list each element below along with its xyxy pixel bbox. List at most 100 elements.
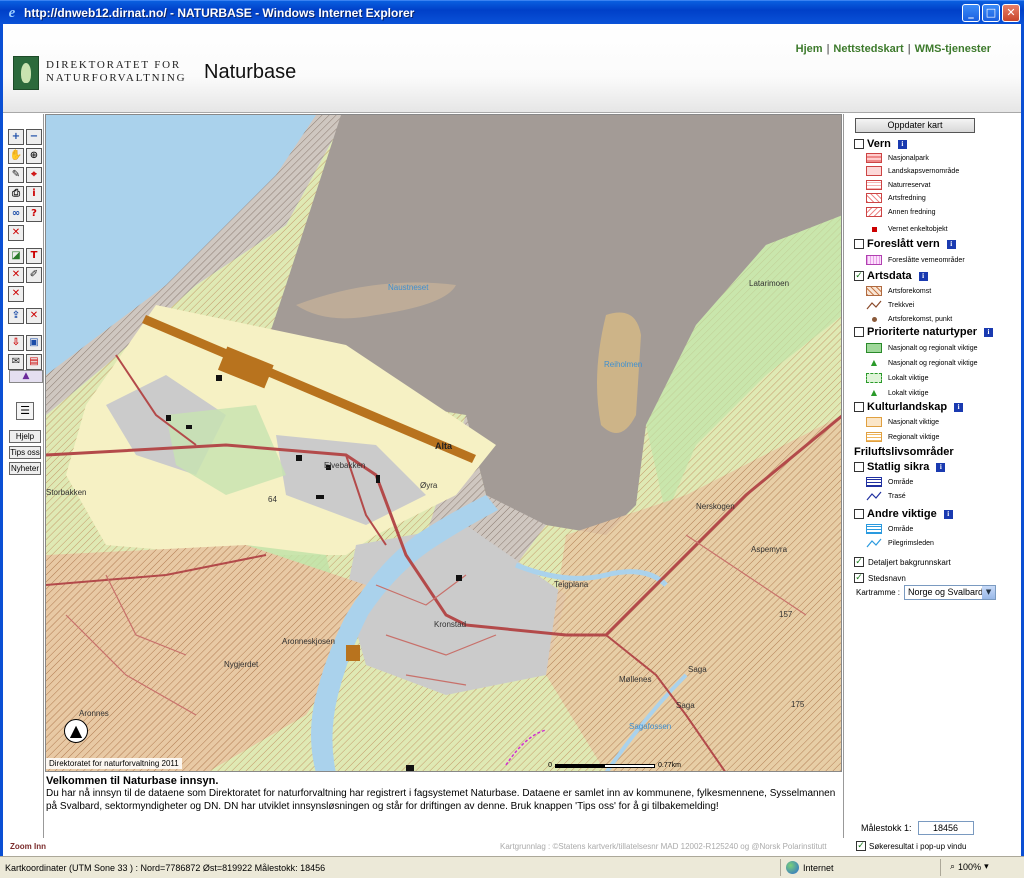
foreslatt-checkbox[interactable]: [854, 239, 864, 249]
welcome-title: Velkommen til Naturbase innsyn.: [46, 775, 219, 787]
map-toolbar: + − ✋ ⊕ ✎ ⌖ ⎙ i ∞? ✕ ◪ T ✕ ✐ ✕ ⇪ ✕ ⇩ ▣ ✉ ▤ ▲ ☰ Hjelp Tip…: [3, 114, 44, 838]
import-icon[interactable]: ⇩: [8, 335, 24, 351]
vern-checkbox[interactable]: [854, 139, 864, 149]
clear-select-icon[interactable]: ✕: [8, 225, 24, 241]
print-icon[interactable]: ⎙: [8, 186, 24, 202]
dn-logo-icon[interactable]: [13, 56, 39, 90]
globe-icon: [786, 861, 799, 874]
popup-row: ✓ Søkeresultat i pop-up vindu: [856, 841, 966, 851]
detaljert-bakgrunnskart-row: ✓ Detaljert bakgrunnskart: [854, 557, 951, 567]
prio-nasjonal-swatch: [866, 343, 882, 353]
status-coordinates: Kartkoordinater (UTM Sone 33 ) : Nord=77…: [5, 862, 326, 873]
malestokk-input[interactable]: 18456: [917, 821, 974, 835]
measure-icon[interactable]: ✎: [8, 167, 24, 183]
map-scalebar: 0 0.77km: [548, 762, 681, 769]
security-zone[interactable]: Internet: [786, 861, 834, 874]
artsdata-info-icon[interactable]: i: [918, 271, 928, 281]
detaljert-checkbox[interactable]: ✓: [854, 557, 864, 567]
place-label-aronneskjosen: Aronneskjosen: [282, 637, 335, 646]
pan-hand-icon[interactable]: ✋: [8, 148, 24, 164]
foreslatt-info-icon[interactable]: i: [946, 239, 956, 249]
collapse-toolbar-button[interactable]: ▲: [9, 370, 43, 383]
link-nettstedskart[interactable]: Nettstedskart: [833, 43, 903, 55]
delete-icon[interactable]: ✕: [8, 267, 24, 283]
kartramme-select[interactable]: Norge og Svalbard ▼: [904, 585, 997, 600]
remove-icon[interactable]: ✕: [8, 286, 24, 302]
foreslatte-swatch: [866, 255, 882, 265]
landskapsvern-swatch: [866, 166, 882, 176]
scalebar-end: 0.77km: [658, 762, 681, 769]
zoom-in-icon[interactable]: +: [8, 129, 24, 145]
nyheter-button[interactable]: Nyheter: [9, 462, 41, 475]
zoom-extent-icon[interactable]: ⊕: [26, 148, 42, 164]
legend-artsforekomst: Artsforekomst: [866, 286, 931, 296]
kartramme-value: Norge og Svalbard: [908, 587, 984, 597]
legend-statlig-trase: Trasé: [866, 491, 906, 501]
north-arrow-icon: ▲: [64, 719, 88, 743]
draw-polygon-icon[interactable]: ◪: [8, 248, 24, 264]
minimize-button[interactable]: _: [962, 4, 980, 22]
chevron-down-icon[interactable]: ▼: [982, 586, 996, 599]
select-text-icon[interactable]: T: [26, 248, 42, 264]
statlig-omrade-label: Område: [888, 478, 914, 486]
legend-nasjonalpark: Nasjonalpark: [866, 153, 929, 163]
andre-omrade-label: Område: [888, 525, 914, 533]
export-icon[interactable]: ⇪: [8, 308, 24, 324]
popup-checkbox[interactable]: ✓: [856, 841, 866, 851]
stedsnavn-checkbox[interactable]: ✓: [854, 573, 864, 583]
identify-icon[interactable]: ⌖: [26, 167, 42, 183]
zoom-level-control[interactable]: ⌕ 100% ▾: [950, 861, 989, 872]
save-icon[interactable]: ▣: [26, 335, 42, 351]
nasjonalpark-swatch: [866, 153, 882, 163]
query-icon[interactable]: ?: [26, 206, 42, 222]
magnifier-icon: ⌕: [950, 861, 956, 871]
tips-oss-button[interactable]: Tips oss: [9, 446, 41, 459]
legend-group-prioriterte: Prioriterte naturtyper i: [854, 326, 994, 338]
malestokk-row: Målestokk 1: 18456: [861, 821, 974, 835]
artsdata-label: Artsdata: [867, 270, 912, 282]
legend-vernet-enkeltobjekt: Vernet enkeltobjekt: [866, 224, 948, 234]
prioriterte-info-icon[interactable]: i: [984, 327, 994, 337]
place-label-aronnes: Aronnes: [79, 709, 109, 718]
legend-artsfredning: Artsfredning: [866, 193, 926, 203]
link-wms-tjenester[interactable]: WMS-tjenester: [915, 43, 991, 55]
status-separator: [940, 859, 941, 876]
andre-checkbox[interactable]: [854, 509, 864, 519]
binoculars-icon[interactable]: ∞: [8, 206, 24, 222]
maximize-button[interactable]: □: [982, 4, 1000, 22]
prioriterte-checkbox[interactable]: [854, 327, 864, 337]
screen-icon[interactable]: ▤: [26, 354, 42, 370]
artsforekomst-label: Artsforekomst: [888, 287, 932, 295]
kulturlandskap-info-icon[interactable]: i: [954, 402, 964, 412]
statlig-info-icon[interactable]: i: [936, 462, 946, 472]
page-header: DIREKTORATET FOR NATURFORVALTNING Naturb…: [3, 24, 1021, 113]
zoom-out-icon[interactable]: −: [26, 129, 42, 145]
place-label-nerskogen: Nerskogen: [696, 502, 735, 511]
prio-lokal-punkt-swatch: ▲: [870, 388, 878, 397]
prioriterte-label: Prioriterte naturtyper: [867, 326, 978, 338]
statlig-checkbox[interactable]: [854, 462, 864, 472]
edit-pen-icon[interactable]: ✐: [26, 267, 42, 283]
remove-layer-icon[interactable]: ✕: [26, 308, 42, 324]
help-button[interactable]: Hjelp: [9, 430, 41, 443]
prio-lokal-punkt-label: Lokalt viktige: [888, 389, 929, 397]
artsdata-checkbox[interactable]: ✓: [854, 271, 864, 281]
vern-info-icon[interactable]: i: [897, 139, 907, 149]
stedsnavn-label: Stedsnavn: [868, 573, 906, 583]
legend-prio-nasjonal-punkt: ▲ Nasjonalt og regionalt viktige: [866, 358, 978, 368]
link-hjem[interactable]: Hjem: [796, 43, 823, 55]
window-title-bar[interactable]: e http://dnweb12.dirnat.no/ - NATURBASE …: [0, 0, 1024, 24]
kulturlandskap-checkbox[interactable]: [854, 402, 864, 412]
place-label-mollenes: Møllenes: [619, 675, 652, 684]
info-icon[interactable]: i: [26, 186, 42, 202]
mail-icon[interactable]: ✉: [8, 354, 24, 370]
close-window-button[interactable]: ✕: [1002, 4, 1020, 22]
map-view[interactable]: Naustneset Reiholmen Latarimoen Alta Elv…: [45, 114, 842, 772]
prio-nasjonal-label: Nasjonalt og regionalt viktige: [888, 344, 978, 352]
andre-info-icon[interactable]: i: [943, 509, 953, 519]
update-map-button[interactable]: Oppdater kart: [855, 118, 975, 133]
chevron-down-icon[interactable]: ▾: [984, 861, 989, 872]
enkeltobjekt-label: Vernet enkeltobjekt: [888, 225, 948, 233]
legend-friluftsliv-heading: Friluftslivsområder: [854, 446, 954, 458]
legend-list-icon[interactable]: ☰: [16, 402, 34, 420]
